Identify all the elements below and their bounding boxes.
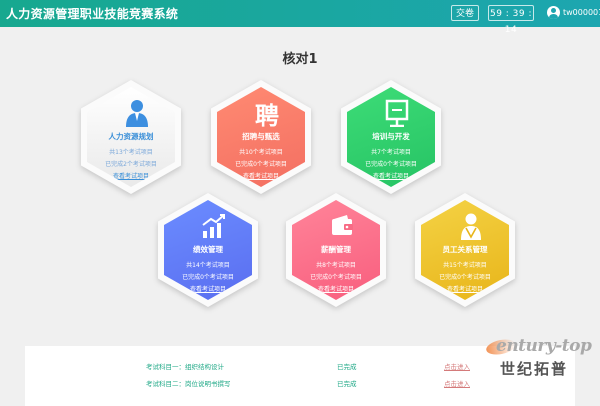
username[interactable]: tw000001 xyxy=(563,8,600,17)
wallet-icon xyxy=(321,212,363,240)
watermark-logo: entury-top 世纪拓普 xyxy=(484,330,600,400)
module-name: 绩效管理 xyxy=(193,245,223,254)
countdown-timer: 59 : 39 : 14 xyxy=(488,5,534,35)
module-done: 已完成0个考试项目 xyxy=(310,274,362,281)
module-done: 已完成0个考试项目 xyxy=(439,274,491,281)
module-performance[interactable]: 绩效管理 共14个考试项目 已完成0个考试项目 查看考试项目 xyxy=(158,193,258,307)
module-total: 共8个考试项目 xyxy=(316,262,356,269)
module-done: 已完成0个考试项目 xyxy=(235,161,287,168)
module-done: 已完成0个考试项目 xyxy=(182,274,234,281)
top-bar: 人力资源管理职业技能竞赛系统 交卷 59 : 39 : 14 tw000001 xyxy=(0,0,600,35)
submit-exam-button[interactable]: 交卷 xyxy=(451,5,479,21)
module-name: 员工关系管理 xyxy=(442,245,488,254)
watermark-cn: 世纪拓普 xyxy=(500,360,569,378)
avatar[interactable] xyxy=(547,6,560,19)
businessman-icon xyxy=(116,99,158,127)
exam-subject: 考试科目二：岗位说明书撰写 xyxy=(146,380,231,388)
module-hr-planning[interactable]: 人力资源规划 共13个考试项目 已完成2个考试项目 查看考试项目 xyxy=(81,80,181,194)
module-recruitment[interactable]: 聘 招聘与甄选 共10个考试项目 已完成0个考试项目 查看考试项目 xyxy=(211,80,311,194)
status-badge: 已完成 xyxy=(337,380,357,388)
page-title: 核对1 xyxy=(282,52,318,67)
module-name: 培训与开发 xyxy=(372,132,410,141)
watermark-en: entury-top xyxy=(496,336,592,356)
handshake-person-icon xyxy=(450,212,492,240)
module-total: 共13个考试项目 xyxy=(109,149,153,156)
exam-subject: 考试科目一：组织结构设计 xyxy=(146,363,224,371)
module-training[interactable]: 培训与开发 共7个考试项目 已完成0个考试项目 查看考试项目 xyxy=(341,80,441,194)
bar-chart-icon xyxy=(193,212,235,240)
training-board-icon xyxy=(376,99,418,127)
module-compensation[interactable]: 薪酬管理 共8个考试项目 已完成0个考试项目 查看考试项目 xyxy=(286,193,386,307)
module-name: 人力资源规划 xyxy=(108,132,154,141)
enter-link[interactable]: 点击进入 xyxy=(444,378,470,388)
module-name: 薪酬管理 xyxy=(321,245,351,254)
module-total: 共15个考试项目 xyxy=(443,262,487,269)
module-total: 共7个考试项目 xyxy=(371,149,411,156)
module-total: 共14个考试项目 xyxy=(186,262,230,269)
module-done: 已完成2个考试项目 xyxy=(105,161,157,168)
module-employee-relations[interactable]: 员工关系管理 共15个考试项目 已完成0个考试项目 查看考试项目 xyxy=(415,193,515,307)
pin-character-icon: 聘 xyxy=(255,101,279,130)
module-name: 招聘与甄选 xyxy=(242,132,280,141)
module-total: 共10个考试项目 xyxy=(239,149,283,156)
module-done: 已完成0个考试项目 xyxy=(365,161,417,168)
status-badge: 已完成 xyxy=(337,363,357,371)
enter-link[interactable]: 点击进入 xyxy=(444,361,470,371)
app-title: 人力资源管理职业技能竞赛系统 xyxy=(6,7,179,21)
